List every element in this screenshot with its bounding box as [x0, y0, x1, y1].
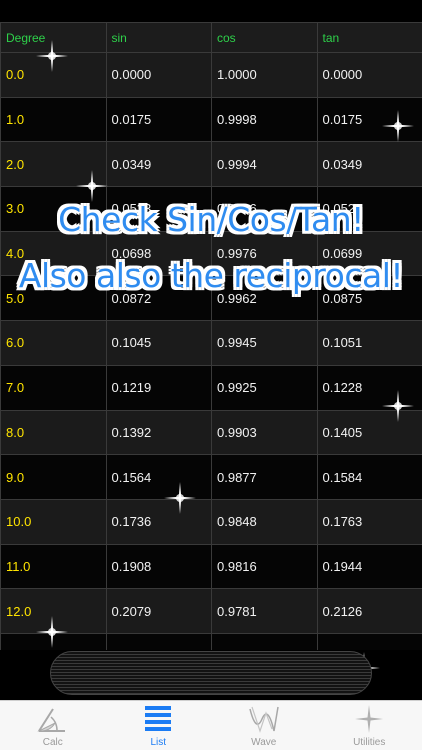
- table-row: 6.0 0.1045 0.9945 0.1051: [0, 320, 422, 366]
- cell-sin: 0.0000: [105, 52, 212, 98]
- sparkle-utilities-icon: [355, 705, 384, 733]
- tab-list-label: List: [150, 737, 167, 748]
- column-header-degree: Degree: [0, 22, 107, 53]
- tab-wave-label: Wave: [251, 737, 277, 748]
- cell-degree: 10.0: [0, 498, 107, 545]
- cell-sin: 0.0175: [105, 96, 212, 143]
- cell-sin: 0.0349: [105, 141, 212, 188]
- cell-tan: 0.1584: [316, 454, 422, 500]
- table-row: 9.0 0.1564 0.9877 0.1584: [0, 454, 422, 500]
- angle-calc-icon: [37, 708, 65, 732]
- cell-tan: 0.1944: [316, 543, 422, 590]
- cell-degree: 11.0: [0, 543, 107, 590]
- cell-sin: 0.2250: [105, 632, 212, 650]
- tab-bar: Calc List Wave Utilities: [0, 700, 422, 750]
- cell-tan: 0.1051: [316, 320, 422, 366]
- cell-cos: 0.9848: [211, 498, 318, 545]
- cell-sin: 0.1564: [105, 454, 212, 500]
- cell-cos: 0.9744: [211, 632, 318, 650]
- table-row: 1.0 0.0175 0.9998 0.0175: [0, 96, 422, 143]
- tab-wave[interactable]: Wave: [211, 701, 317, 750]
- trig-table-scroll-area[interactable]: Degree sin cos tan 0.0 0.0000 1.0000 0.0000…: [0, 22, 422, 650]
- cell-degree: 8.0: [0, 409, 107, 456]
- cell-tan: 0.0000: [316, 52, 422, 98]
- cell-degree: 9.0: [0, 454, 107, 500]
- scroll-wheel-slider[interactable]: [50, 651, 372, 695]
- cell-cos: 0.9903: [211, 409, 318, 456]
- table-header-row: Degree sin cos tan: [0, 22, 422, 53]
- table-row: 0.0 0.0000 1.0000 0.0000: [0, 52, 422, 98]
- table-row: 12.0 0.2079 0.9781 0.2126: [0, 588, 422, 634]
- cell-cos: 0.9877: [211, 454, 318, 500]
- cell-tan: 0.1405: [316, 409, 422, 456]
- wave-icon: [249, 706, 279, 733]
- promo-subheadline: Also also the reciprocal!: [18, 256, 404, 295]
- table-row: 8.0 0.1392 0.9903 0.1405: [0, 409, 422, 456]
- cell-sin: 0.1045: [105, 320, 212, 366]
- cell-degree: 7.0: [0, 364, 107, 411]
- cell-degree: 6.0: [0, 320, 107, 366]
- cell-cos: 0.9816: [211, 543, 318, 590]
- column-header-tan: tan: [316, 22, 422, 53]
- table-row: 13.00.22500.97440.2309: [0, 632, 422, 650]
- cell-cos: 0.9945: [211, 320, 318, 366]
- trig-table: Degree sin cos tan 0.0 0.0000 1.0000 0.0000…: [0, 22, 422, 650]
- cell-degree: 0.0: [0, 52, 107, 98]
- cell-tan: 0.2126: [316, 588, 422, 634]
- cell-tan: 0.0349: [316, 141, 422, 188]
- cell-sin: 0.2079: [105, 588, 212, 634]
- column-header-sin: sin: [105, 22, 212, 53]
- tab-list[interactable]: List: [106, 701, 212, 750]
- column-header-cos: cos: [211, 22, 318, 53]
- cell-tan: 0.0175: [316, 96, 422, 143]
- tab-calc-label: Calc: [42, 737, 63, 748]
- table-row: 2.0 0.0349 0.9994 0.0349: [0, 141, 422, 188]
- promo-headline: Check Sin/Cos/Tan!: [58, 200, 364, 239]
- cell-cos: 0.9781: [211, 588, 318, 634]
- table-row: 11.0 0.1908 0.9816 0.1944: [0, 543, 422, 590]
- cell-degree: 2.0: [0, 141, 107, 188]
- cell-cos: 1.0000: [211, 52, 318, 98]
- cell-sin: 0.1736: [105, 498, 212, 545]
- tab-utilities-label: Utilities: [353, 737, 386, 748]
- cell-tan: 0.2309: [316, 632, 422, 650]
- cell-degree: 13.0: [0, 632, 107, 650]
- tab-utilities[interactable]: Utilities: [317, 701, 422, 750]
- cell-sin: 0.1392: [105, 409, 212, 456]
- cell-sin: 0.1219: [105, 364, 212, 411]
- table-row: 7.0 0.1219 0.9925 0.1228: [0, 364, 422, 411]
- tab-calc[interactable]: Calc: [0, 701, 106, 750]
- table-row: 10.0 0.1736 0.9848 0.1763: [0, 498, 422, 545]
- cell-degree: 1.0: [0, 96, 107, 143]
- cell-cos: 0.9994: [211, 141, 318, 188]
- cell-tan: 0.1763: [316, 498, 422, 545]
- cell-tan: 0.1228: [316, 364, 422, 411]
- cell-cos: 0.9925: [211, 364, 318, 411]
- cell-cos: 0.9998: [211, 96, 318, 143]
- cell-degree: 12.0: [0, 588, 107, 634]
- cell-sin: 0.1908: [105, 543, 212, 590]
- list-icon: [145, 706, 172, 731]
